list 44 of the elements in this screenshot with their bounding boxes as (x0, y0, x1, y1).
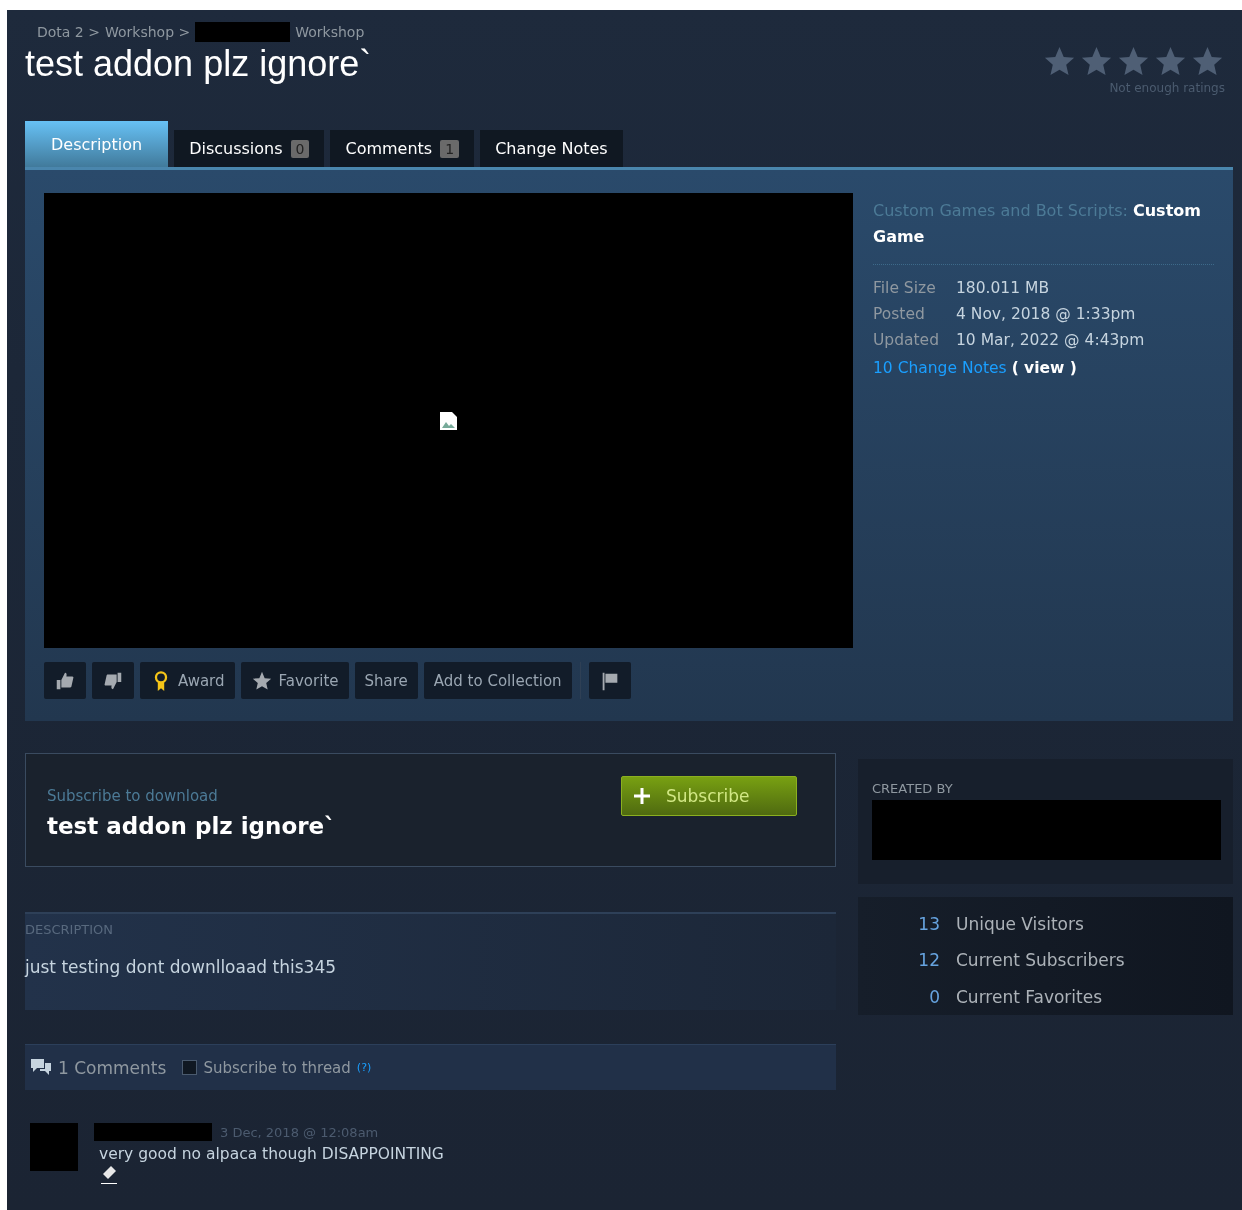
count-badge: 0 (290, 139, 310, 158)
section-heading: DESCRIPTION (25, 922, 114, 937)
rate-down-button[interactable] (92, 662, 134, 699)
comment-count: 1 Comments (58, 1057, 167, 1078)
stat-label: Current Favorites (956, 986, 1104, 1009)
subscribe-caption: Subscribe to download (47, 787, 219, 805)
breadcrumb-link[interactable]: Workshop (295, 24, 365, 40)
detail-value: 10 Mar, 2022 @ 4:43pm (956, 331, 1146, 349)
stat-value: 0 (928, 986, 940, 1009)
count-badge: 1 (440, 139, 460, 158)
tab[interactable]: Change Notes (480, 130, 623, 167)
detail-value: 180.011 MB (956, 279, 1051, 297)
detail-label: Updated (873, 331, 940, 349)
avatar (30, 1123, 78, 1171)
breadcrumb-link[interactable]: Dota 2 > (37, 24, 100, 40)
page-title: test addon plz ignore` (25, 42, 372, 86)
stat-value: 13 (917, 914, 940, 936)
comment-text: very good no alpaca though DISAPPOINTING (99, 1145, 444, 1163)
comment-date: 3 Dec, 2018 @ 12:08am (220, 1124, 379, 1140)
description-text: just testing dont downlloaad this345 (25, 957, 337, 977)
rate-up-button[interactable] (44, 662, 86, 699)
tab[interactable]: Comments 1 (330, 130, 475, 167)
section-heading: CREATED BY (872, 781, 954, 796)
item-title: test addon plz ignore` (47, 813, 336, 839)
broken-image-icon (438, 410, 459, 431)
detail-label: File Size (873, 279, 937, 297)
change-notes-link[interactable]: 10 Change Notes (873, 359, 1007, 377)
breadcrumb-link[interactable]: Workshop > (104, 24, 191, 40)
checkbox-label: Subscribe to thread (203, 1058, 351, 1077)
action-button[interactable]: Add to Collection (423, 662, 572, 699)
stat-label: Current Subscribers (956, 950, 1126, 973)
report-button[interactable] (588, 662, 631, 699)
view-link[interactable]: ( view ) (1011, 359, 1077, 377)
stat-label: Unique Visitors (956, 914, 1085, 936)
action-button[interactable]: Share (354, 662, 418, 699)
help-link[interactable]: (?) (356, 1061, 372, 1074)
tab[interactable]: Discussions 0 (174, 130, 325, 167)
favorite-button[interactable]: Favorite (240, 662, 349, 699)
detail-value: 4 Nov, 2018 @ 1:33pm (956, 305, 1137, 323)
subscribe-checkbox[interactable] (182, 1060, 198, 1075)
detail-label: Posted (873, 305, 926, 323)
stat-value: 12 (917, 950, 940, 973)
award-button[interactable]: Award (140, 662, 235, 699)
plus-icon (634, 788, 650, 804)
